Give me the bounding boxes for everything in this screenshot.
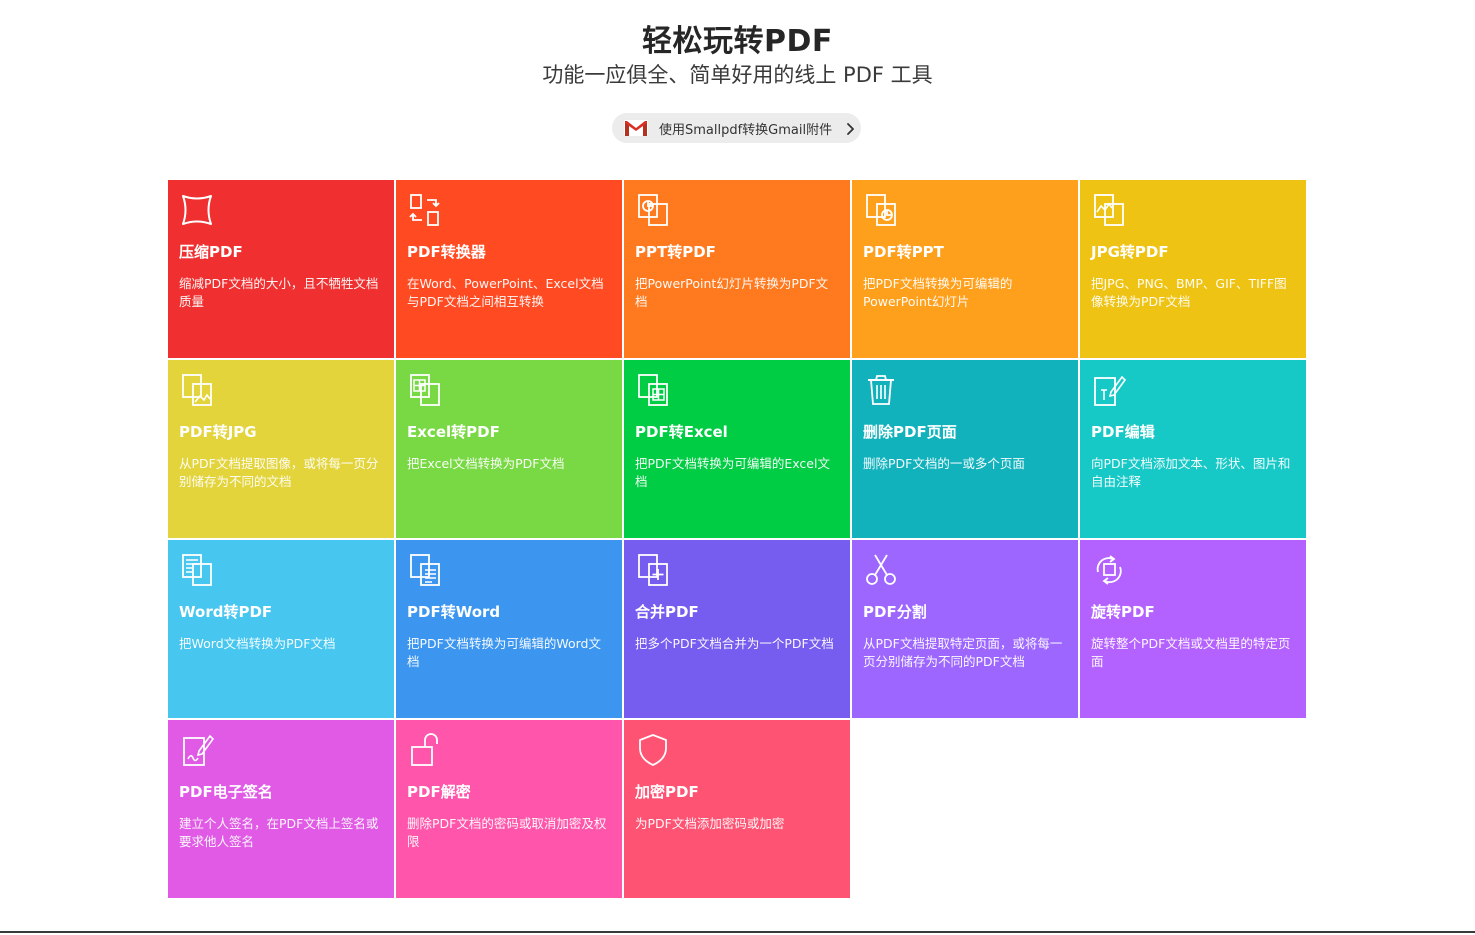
tool-tile-word[interactable]: Word转PDF 把Word文档转换为PDF文档 [168,540,394,718]
convert-icon [407,192,443,228]
tool-description: 旋转整个PDF文档或文档里的特定页面 [1091,636,1291,669]
tool-tile-scissors[interactable]: PDF分割从PDF文档提取特定页面，或将每一页分别储存为不同的PDF文档 [852,540,1078,718]
trash-icon [863,372,899,408]
gmail-icon [623,118,649,138]
rotate-icon [1091,552,1127,588]
tool-tile-pdf-to-ppt[interactable]: PDF转PPT 把PDF文档转换为可编辑的PowerPoint幻灯片 [852,180,1078,358]
tool-tile-edit[interactable]: PDF编辑向PDF文档添加文本、形状、图片和自由注释 [1080,360,1306,538]
tool-title: PDF转Excel [635,423,728,441]
tool-title: PDF电子签名 [179,783,273,801]
tool-tile-merge[interactable]: 合并PDF 把多个PDF文档合并为一个PDF文档 [624,540,850,718]
tool-tile-unlock[interactable]: PDF解密删除PDF文档的密码或取消加密及权限 [396,720,622,898]
tool-description: 把PDF文档转换为可编辑的PowerPoint幻灯片 [863,276,1013,309]
edit-icon [1091,372,1127,408]
tool-tile-pdf-to-jpg[interactable]: PDF转JPG 从PDF文档提取图像，或将每一页分别储存为不同的文档 [168,360,394,538]
chevron-right-icon [845,121,855,135]
tool-description: 从PDF文档提取图像，或将每一页分别储存为不同的文档 [179,456,379,489]
unlock-icon [407,732,443,768]
pdf-to-word-icon [407,552,443,588]
tool-tile-convert[interactable]: PDF转换器在Word、PowerPoint、Excel文档与PDF文档之间相互… [396,180,622,358]
tool-title: PDF分割 [863,603,927,621]
tool-title: PDF解密 [407,783,471,801]
tool-tile-shield[interactable]: 加密PDF 为PDF文档添加密码或加密 [624,720,850,898]
tool-description: 缩减PDF文档的大小，且不牺牲文档质量 [179,276,379,309]
tool-tile-compress[interactable]: 压缩PDF 缩减PDF文档的大小，且不牺牲文档质量 [168,180,394,358]
tool-description: 把多个PDF文档合并为一个PDF文档 [635,636,834,651]
tool-title: 压缩PDF [179,243,243,261]
tool-tile-excel[interactable]: Excel转PDF 把Excel文档转换为PDF文档 [396,360,622,538]
tool-description: 从PDF文档提取特定页面，或将每一页分别储存为不同的PDF文档 [863,636,1063,669]
page-title: 轻松玩转PDF [642,24,833,59]
tool-title: PPT转PDF [635,243,716,261]
tool-grid: 压缩PDF 缩减PDF文档的大小，且不牺牲文档质量 PDF转换器在Word、Powe… [168,180,1308,900]
tool-title: PDF转换器 [407,243,486,261]
gmail-attachment-button[interactable]: 使用Smallpdf转换Gmail附件 [612,113,861,143]
tool-description: 删除PDF文档的密码或取消加密及权限 [407,816,607,849]
tool-description: 删除PDF文档的一或多个页面 [863,456,1025,471]
tool-description: 为PDF文档添加密码或加密 [635,816,785,831]
tool-tile-pdf-to-excel[interactable]: PDF转Excel 把PDF文档转换为可编辑的Excel文档 [624,360,850,538]
word-icon [179,552,215,588]
tool-description: 把Excel文档转换为PDF文档 [407,456,565,471]
tool-description: 在Word、PowerPoint、Excel文档与PDF文档之间相互转换 [407,276,604,309]
tool-title: PDF转PPT [863,243,944,261]
jpg-icon [1091,192,1127,228]
page-divider [0,931,1475,933]
tool-title: JPG转PDF [1091,243,1169,261]
tool-title: PDF转Word [407,603,501,621]
page-subtitle: 功能一应俱全、简单好用的线上 PDF 工具 [542,63,933,87]
tool-tile-pdf-to-word[interactable]: PDF转Word 把PDF文档转换为可编辑的Word文档 [396,540,622,718]
tool-title: 旋转PDF [1091,603,1155,621]
tool-description: 把Word文档转换为PDF文档 [179,636,336,651]
excel-icon [407,372,443,408]
tool-description: 向PDF文档添加文本、形状、图片和自由注释 [1091,456,1291,489]
tool-tile-trash[interactable]: 删除PDF页面删除PDF文档的一或多个页面 [852,360,1078,538]
gmail-button-label: 使用Smallpdf转换Gmail附件 [659,122,833,138]
tool-description: 把PowerPoint幻灯片转换为PDF文档 [635,276,829,309]
tool-description: 把PDF文档转换为可编辑的Excel文档 [635,456,830,489]
tool-title: PDF编辑 [1091,423,1155,441]
tool-description: 把PDF文档转换为可编辑的Word文档 [407,636,601,669]
pdf-to-excel-icon [635,372,671,408]
tool-tile-sign[interactable]: PDF电子签名建立个人签名，在PDF文档上签名或要求他人签名 [168,720,394,898]
tool-tile-rotate[interactable]: 旋转PDF 旋转整个PDF文档或文档里的特定页面 [1080,540,1306,718]
tool-tile-ppt[interactable]: PPT转PDF 把PowerPoint幻灯片转换为PDF文档 [624,180,850,358]
merge-icon [635,552,671,588]
compress-icon [179,192,215,228]
tool-title: Excel转PDF [407,423,500,441]
tool-description: 建立个人签名，在PDF文档上签名或要求他人签名 [179,816,379,849]
tool-title: 删除PDF页面 [863,423,957,441]
tool-title: Word转PDF [179,603,273,621]
tool-title: PDF转JPG [179,423,257,441]
sign-icon [179,732,215,768]
tool-description: 把JPG、PNG、BMP、GIF、TIFF图像转换为PDF文档 [1091,276,1287,309]
ppt-icon [635,192,671,228]
scissors-icon [863,552,899,588]
tool-title: 加密PDF [635,783,699,801]
tool-title: 合并PDF [635,603,699,621]
pdf-to-jpg-icon [179,372,215,408]
tool-tile-jpg[interactable]: JPG转PDF 把JPG、PNG、BMP、GIF、TIFF图像转换为PDF文档 [1080,180,1306,358]
pdf-to-ppt-icon [863,192,899,228]
shield-icon [635,732,671,768]
